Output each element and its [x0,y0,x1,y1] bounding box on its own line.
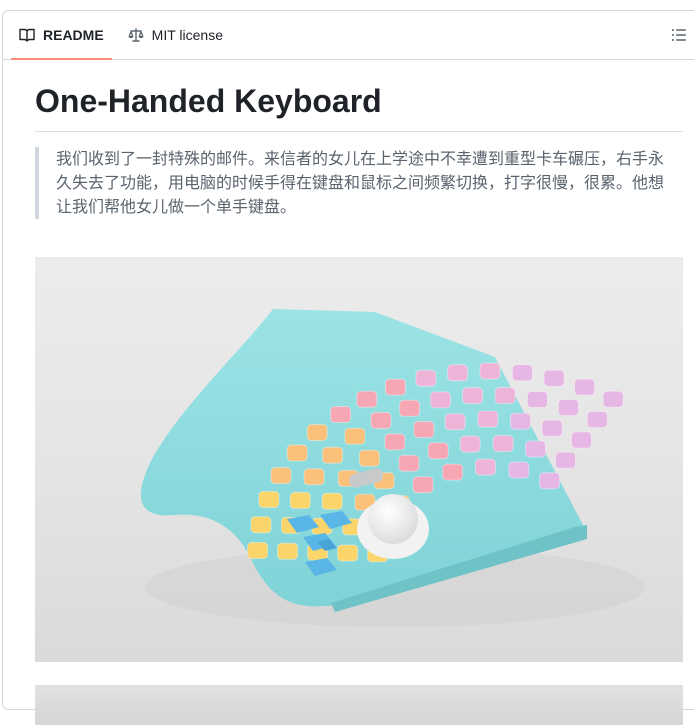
tab-readme-label: README [43,27,104,43]
keycap [398,454,420,472]
keycap [442,463,464,481]
keycap [444,413,466,431]
keycap [510,412,531,430]
tab-license-label: MIT license [151,27,223,43]
page-title: One-Handed Keyboard [35,81,683,132]
keycap [430,391,451,409]
keycap [492,435,514,452]
keycap [322,446,343,464]
keycap [557,399,579,417]
tab-readme[interactable]: README [11,11,112,60]
keycap [303,468,325,486]
keycap [462,387,484,405]
law-icon [128,27,144,43]
book-icon [19,27,35,43]
keycap [447,364,469,382]
tab-license[interactable]: MIT license [120,11,231,59]
keycap [356,390,378,408]
keycap [277,542,299,560]
keycap [570,431,592,449]
keycap [370,412,392,429]
keycap [247,542,269,559]
keycap [289,491,311,509]
keyboard-photo [35,257,683,662]
keycap [541,419,563,437]
second-photo [35,685,683,725]
keycap [475,458,496,476]
keycap [358,449,380,467]
keycap [479,362,501,380]
keycap [413,421,435,438]
keycap [494,387,516,404]
keycap [526,391,548,408]
list-unordered-icon[interactable] [671,27,687,43]
keycap [539,472,561,490]
keycap [286,444,308,462]
keycap [330,406,352,423]
keycap [511,364,533,382]
keycap [525,440,547,458]
keycap [459,435,481,453]
keycap [384,433,406,451]
keycap [508,461,530,479]
keycap [427,442,449,460]
keycap [555,451,576,469]
keycap [586,411,608,429]
tab-bar: README MIT license [3,11,694,60]
keycap [270,467,292,484]
keycap [306,424,328,441]
keycap [337,544,359,562]
keycap [399,399,421,417]
keycap [477,410,499,428]
keycap [412,476,434,494]
keycap [602,390,624,408]
intro-quote: 我们收到了一封特殊的邮件。来信者的女儿在上学途中不幸遭到重型卡车碾压，右手永久失… [35,147,683,219]
keycap [344,427,366,445]
keycap [384,378,406,396]
keycap [258,491,280,508]
keycap [321,492,343,510]
keyboard-illustration [140,309,645,627]
readme-panel: README MIT license One-Handed Keyboard 我… [2,10,694,725]
keycap [250,516,272,534]
keycap [543,369,565,387]
keycap [574,378,596,396]
readme-body: One-Handed Keyboard 我们收到了一封特殊的邮件。来信者的女儿在… [35,81,683,725]
keycap [415,369,437,387]
